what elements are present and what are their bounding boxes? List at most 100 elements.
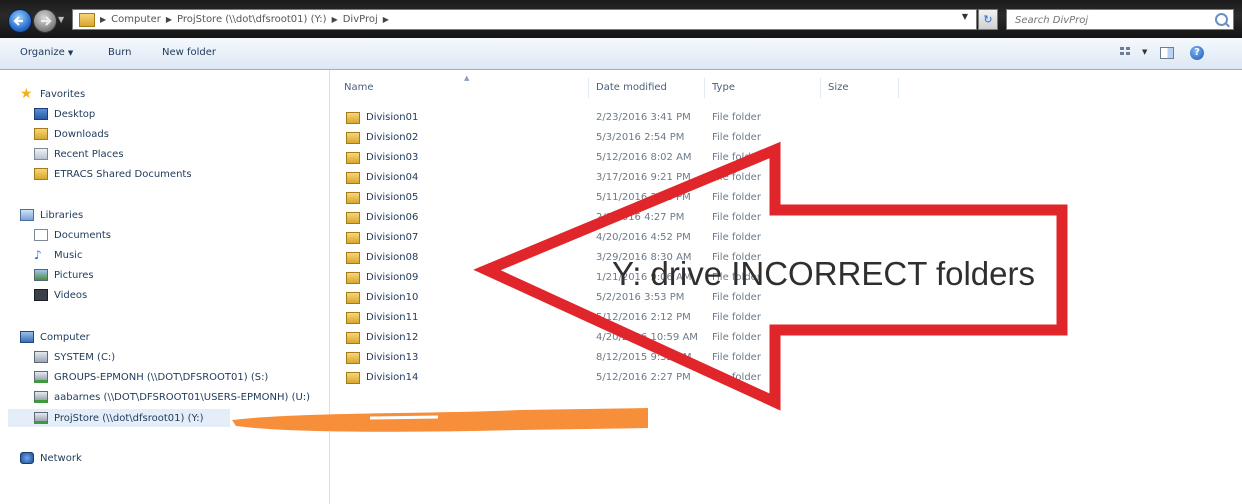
nav-item-recent-places[interactable]: Recent Places xyxy=(34,145,124,163)
column-divider[interactable] xyxy=(820,78,821,98)
table-row[interactable]: Division11 5/12/2016 2:12 PM File folder xyxy=(346,308,906,328)
nav-network[interactable]: Network xyxy=(20,449,82,467)
file-type: File folder xyxy=(712,332,761,343)
forward-button[interactable] xyxy=(33,9,57,33)
breadcrumb-separator-icon[interactable]: ▶ xyxy=(332,15,338,24)
nav-libraries-label: Libraries xyxy=(40,209,84,221)
file-type: File folder xyxy=(712,172,761,183)
nav-item-label: Documents xyxy=(54,229,112,241)
column-header-name[interactable]: Name xyxy=(344,82,374,93)
file-name: Division10 xyxy=(366,292,419,303)
column-divider[interactable] xyxy=(704,78,705,98)
new-folder-label: New folder xyxy=(162,47,217,58)
breadcrumb-separator-icon[interactable]: ▶ xyxy=(166,15,172,24)
new-folder-button[interactable]: New folder xyxy=(162,47,216,58)
back-button[interactable] xyxy=(8,9,32,33)
nav-item-label: aabarnes (\\DOT\DFSROOT01\USERS-EPMONH) … xyxy=(54,391,311,403)
table-row[interactable]: Division12 4/20/2016 10:59 AM File folder xyxy=(346,328,906,348)
nav-item-desktop[interactable]: Desktop xyxy=(34,105,95,123)
file-name: Division04 xyxy=(366,172,419,183)
title-bar: ▼ ▶ Computer ▶ ProjStore (\\dot\dfsroot0… xyxy=(0,0,1242,38)
chevron-down-icon: ▼ xyxy=(67,49,74,57)
file-date-modified: 8/12/2015 9:32 AM xyxy=(596,352,692,363)
sort-indicator-icon: ▲ xyxy=(464,74,470,82)
preview-pane-icon[interactable] xyxy=(1160,47,1174,59)
organize-button[interactable]: Organize ▼ xyxy=(20,47,73,58)
nav-item-system-drive[interactable]: SYSTEM (C:) xyxy=(34,348,115,366)
computer-icon xyxy=(20,331,34,343)
column-header-size[interactable]: Size xyxy=(828,82,849,93)
nav-item-groups-drive[interactable]: GROUPS-EPMONH (\\DOT\DFSROOT01) (S:) xyxy=(34,368,268,386)
table-row[interactable]: Division07 4/20/2016 4:52 PM File folder xyxy=(346,228,906,248)
file-name: Division03 xyxy=(366,152,419,163)
refresh-icon: ↻ xyxy=(983,13,993,26)
hard-drive-icon xyxy=(34,351,48,363)
breadcrumb-separator-icon[interactable]: ▶ xyxy=(100,15,106,24)
table-row[interactable]: Division01 2/23/2016 3:41 PM File folder xyxy=(346,108,906,128)
table-row[interactable]: Division14 5/12/2016 2:27 PM File folder xyxy=(346,368,906,388)
nav-item-projstore-drive[interactable]: ProjStore (\\dot\dfsroot01) (Y:) xyxy=(8,409,230,427)
nav-item-label: ProjStore (\\dot\dfsroot01) (Y:) xyxy=(54,412,204,424)
network-drive-icon xyxy=(34,412,48,424)
file-type: File folder xyxy=(712,372,761,383)
search-box[interactable] xyxy=(1006,9,1234,30)
help-icon[interactable]: ? xyxy=(1190,46,1204,60)
file-type: File folder xyxy=(712,152,761,163)
folder-icon xyxy=(346,352,360,364)
recent-pages-chevron-icon[interactable]: ▼ xyxy=(58,15,66,24)
pictures-icon xyxy=(34,269,48,281)
burn-label: Burn xyxy=(108,47,132,58)
folder-icon xyxy=(346,192,360,204)
folder-icon xyxy=(346,232,360,244)
table-row[interactable]: Division05 5/11/2016 2:26 PM File folder xyxy=(346,188,906,208)
breadcrumb-separator-icon[interactable]: ▶ xyxy=(383,15,389,24)
nav-item-label: Recent Places xyxy=(54,148,124,160)
back-arrow-icon xyxy=(13,16,23,26)
nav-item-videos[interactable]: Videos xyxy=(34,286,87,304)
folder-icon xyxy=(346,292,360,304)
nav-computer[interactable]: Computer xyxy=(20,328,90,346)
column-divider[interactable] xyxy=(898,78,899,98)
column-header-type[interactable]: Type xyxy=(712,82,735,93)
nav-item-label: SYSTEM (C:) xyxy=(54,351,116,363)
file-name: Division06 xyxy=(366,212,419,223)
nav-item-pictures[interactable]: Pictures xyxy=(34,266,94,284)
table-row[interactable]: Division03 5/12/2016 8:02 AM File folder xyxy=(346,148,906,168)
nav-favorites[interactable]: ★ Favorites xyxy=(20,85,85,103)
file-date-modified: 5/12/2016 8:02 AM xyxy=(596,152,692,163)
address-bar[interactable]: ▶ Computer ▶ ProjStore (\\dot\dfsroot01)… xyxy=(72,9,977,30)
burn-button[interactable]: Burn xyxy=(108,47,131,58)
view-options-chevron-icon[interactable]: ▼ xyxy=(1142,48,1147,56)
file-date-modified: 5/12/2016 2:12 PM xyxy=(596,312,691,323)
breadcrumb-divproj[interactable]: DivProj xyxy=(343,14,378,25)
file-name: Division01 xyxy=(366,112,419,123)
breadcrumb-computer[interactable]: Computer xyxy=(111,14,161,25)
column-header-date-modified[interactable]: Date modified xyxy=(596,82,667,93)
table-row[interactable]: Division13 8/12/2015 9:32 AM File folder xyxy=(346,348,906,368)
table-row[interactable]: Division04 3/17/2016 9:21 PM File folder xyxy=(346,168,906,188)
file-type: File folder xyxy=(712,312,761,323)
search-icon[interactable] xyxy=(1215,13,1228,26)
table-row[interactable]: Division06 2/8/2016 4:27 PM File folder xyxy=(346,208,906,228)
nav-item-label: Pictures xyxy=(54,269,94,281)
file-date-modified: 2/8/2016 4:27 PM xyxy=(596,212,685,223)
file-name: Division14 xyxy=(366,372,419,383)
address-dropdown-chevron-icon[interactable]: ▼ xyxy=(958,12,972,26)
nav-item-downloads[interactable]: Downloads xyxy=(34,125,109,143)
nav-item-users-drive[interactable]: aabarnes (\\DOT\DFSROOT01\USERS-EPMONH) … xyxy=(34,388,310,406)
recent-places-icon xyxy=(34,148,48,160)
breadcrumb-projstore[interactable]: ProjStore (\\dot\dfsroot01) (Y:) xyxy=(177,14,327,25)
search-input[interactable] xyxy=(1013,11,1207,30)
nav-item-etracs-shared[interactable]: ETRACS Shared Documents xyxy=(34,165,192,183)
nav-item-label: GROUPS-EPMONH (\\DOT\DFSROOT01) (S:) xyxy=(54,371,269,383)
nav-item-documents[interactable]: Documents xyxy=(34,226,111,244)
documents-icon xyxy=(34,229,48,241)
column-divider[interactable] xyxy=(588,78,589,98)
change-view-icon[interactable] xyxy=(1120,47,1134,59)
videos-icon xyxy=(34,289,48,301)
nav-item-music[interactable]: ♪ Music xyxy=(34,246,82,264)
file-type: File folder xyxy=(712,232,761,243)
table-row[interactable]: Division02 5/3/2016 2:54 PM File folder xyxy=(346,128,906,148)
refresh-button[interactable]: ↻ xyxy=(978,9,998,30)
nav-libraries[interactable]: Libraries xyxy=(20,206,83,224)
